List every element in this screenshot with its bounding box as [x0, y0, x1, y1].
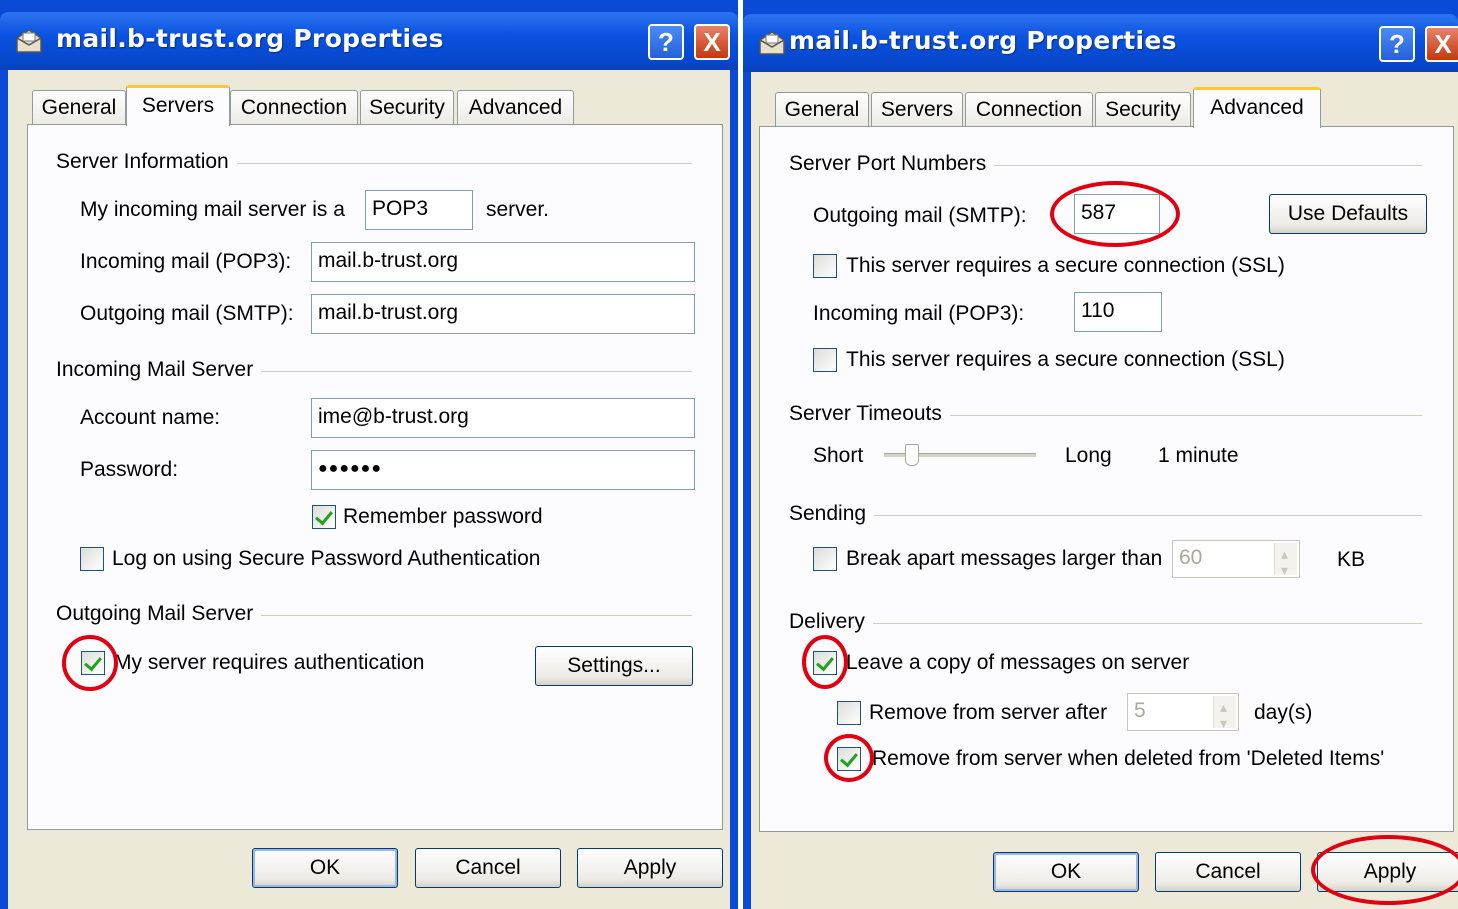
server-requires-auth-label: My server requires authentication [114, 651, 425, 674]
remove-when-deleted-label: Remove from server when deleted from 'De… [872, 747, 1385, 770]
password-label: Password: [80, 458, 179, 481]
left-tab-advanced[interactable]: Advanced [457, 90, 574, 124]
outgoing-settings-button[interactable]: Settings... [535, 646, 693, 686]
smtp-ssl-checkbox[interactable] [813, 254, 837, 278]
apply-highlight-circle [1311, 835, 1458, 905]
smtp-port-label: Outgoing mail (SMTP): [813, 204, 1027, 227]
spa-checkbox[interactable] [80, 547, 104, 571]
delivery-divider [790, 623, 1422, 624]
left-tab-general[interactable]: General [32, 90, 126, 124]
left-apply-button[interactable]: Apply [577, 848, 723, 888]
server-info-group-label: Server Information [56, 150, 237, 174]
mail-account-icon [16, 29, 42, 53]
left-dialog-client: General Servers Connection Security Adva… [8, 70, 730, 909]
incoming-server-group-label: Incoming Mail Server [56, 358, 262, 382]
pop3-ssl-checkbox[interactable] [813, 348, 837, 372]
remember-password-checkbox[interactable] [312, 505, 336, 529]
break-apart-size-value: 60 [1179, 546, 1203, 569]
spa-label: Log on using Secure Password Authenticat… [112, 547, 541, 570]
remove-after-label: Remove from server after [869, 701, 1108, 724]
left-properties-window: mail.b-trust.org Properties ? X General … [0, 0, 738, 909]
timeout-value: 1 minute [1158, 444, 1239, 467]
right-help-button[interactable]: ? [1379, 26, 1415, 62]
delivery-group-label: Delivery [789, 610, 873, 634]
left-title-bar[interactable]: mail.b-trust.org Properties ? X [0, 12, 738, 70]
left-cancel-button[interactable]: Cancel [415, 848, 561, 888]
use-defaults-button[interactable]: Use Defaults [1269, 194, 1427, 234]
right-tab-security[interactable]: Security [1095, 92, 1191, 126]
incoming-type-prefix: My incoming mail server is a [80, 198, 345, 221]
mail-account-icon [759, 31, 785, 55]
port-numbers-group-label: Server Port Numbers [789, 152, 995, 176]
incoming-type-suffix: server. [486, 198, 550, 221]
right-close-button[interactable]: X [1425, 26, 1458, 62]
timeout-short-label: Short [813, 444, 864, 467]
right-cancel-button[interactable]: Cancel [1155, 852, 1301, 892]
timeouts-group-label: Server Timeouts [789, 402, 950, 426]
left-window-title: mail.b-trust.org Properties [56, 24, 444, 53]
password-input[interactable]: ●●●●●● [311, 450, 695, 490]
account-name-input[interactable]: ime@b-trust.org [311, 398, 695, 438]
right-ok-button[interactable]: OK [993, 852, 1139, 892]
sending-divider [790, 515, 1422, 516]
remove-after-spin-arrows[interactable] [1213, 690, 1236, 740]
break-apart-label: Break apart messages larger than [846, 547, 1163, 570]
remember-password-label: Remember password [343, 505, 543, 528]
break-apart-checkbox[interactable] [813, 547, 837, 571]
remove-after-days-value: 5 [1134, 699, 1146, 722]
left-help-button[interactable]: ? [648, 24, 684, 60]
auth-highlight-circle [62, 635, 118, 691]
right-tab-panel: Server Port Numbers Outgoing mail (SMTP)… [759, 126, 1454, 832]
smtp-ssl-label: This server requires a secure connection… [846, 254, 1285, 277]
right-tab-connection[interactable]: Connection [965, 92, 1093, 126]
right-window-title: mail.b-trust.org Properties [789, 26, 1177, 55]
outgoing-server-group-label: Outgoing Mail Server [56, 602, 262, 626]
outgoing-mail-server-input[interactable]: mail.b-trust.org [311, 294, 695, 334]
left-tab-connection[interactable]: Connection [230, 90, 358, 124]
timeout-slider-thumb[interactable] [905, 444, 919, 466]
break-apart-size-spinner[interactable]: 60 [1172, 537, 1300, 587]
left-close-button[interactable]: X [694, 24, 730, 60]
remove-after-days-spinner[interactable]: 5 [1127, 690, 1239, 740]
incoming-mail-label: Incoming mail (POP3): [80, 250, 292, 273]
right-title-bar[interactable]: mail.b-trust.org Properties ? X [743, 14, 1458, 72]
incoming-mail-server-input[interactable]: mail.b-trust.org [311, 242, 695, 282]
days-label: day(s) [1254, 701, 1313, 724]
leave-copy-highlight-circle [802, 635, 848, 689]
left-ok-button[interactable]: OK [252, 848, 398, 888]
timeout-long-label: Long [1065, 444, 1112, 467]
left-tab-servers[interactable]: Servers [126, 85, 230, 126]
left-tab-panel: Server Information My incoming mail serv… [27, 124, 723, 830]
outgoing-mail-label: Outgoing mail (SMTP): [80, 302, 294, 325]
right-tab-servers[interactable]: Servers [871, 92, 963, 126]
account-name-label: Account name: [80, 406, 221, 429]
pop3-port-input[interactable]: 110 [1074, 292, 1162, 332]
incoming-server-type-field: POP3 [365, 190, 473, 230]
break-apart-unit: KB [1337, 548, 1366, 571]
pop3-ssl-label: This server requires a secure connection… [846, 348, 1285, 371]
right-tab-advanced[interactable]: Advanced [1193, 87, 1321, 128]
right-dialog-client: General Servers Connection Security Adva… [751, 72, 1458, 909]
break-apart-spin-arrows[interactable] [1274, 537, 1297, 587]
left-tab-security[interactable]: Security [360, 90, 454, 124]
leave-copy-label: Leave a copy of messages on server [846, 651, 1190, 674]
pop3-port-label: Incoming mail (POP3): [813, 302, 1025, 325]
remove-after-checkbox[interactable] [837, 701, 861, 725]
right-tab-general[interactable]: General [775, 92, 869, 126]
sending-group-label: Sending [789, 502, 875, 526]
remove-deleted-highlight-circle [824, 734, 874, 782]
right-properties-window: mail.b-trust.org Properties ? X General … [743, 0, 1458, 909]
smtp-port-highlight-circle [1050, 181, 1180, 247]
